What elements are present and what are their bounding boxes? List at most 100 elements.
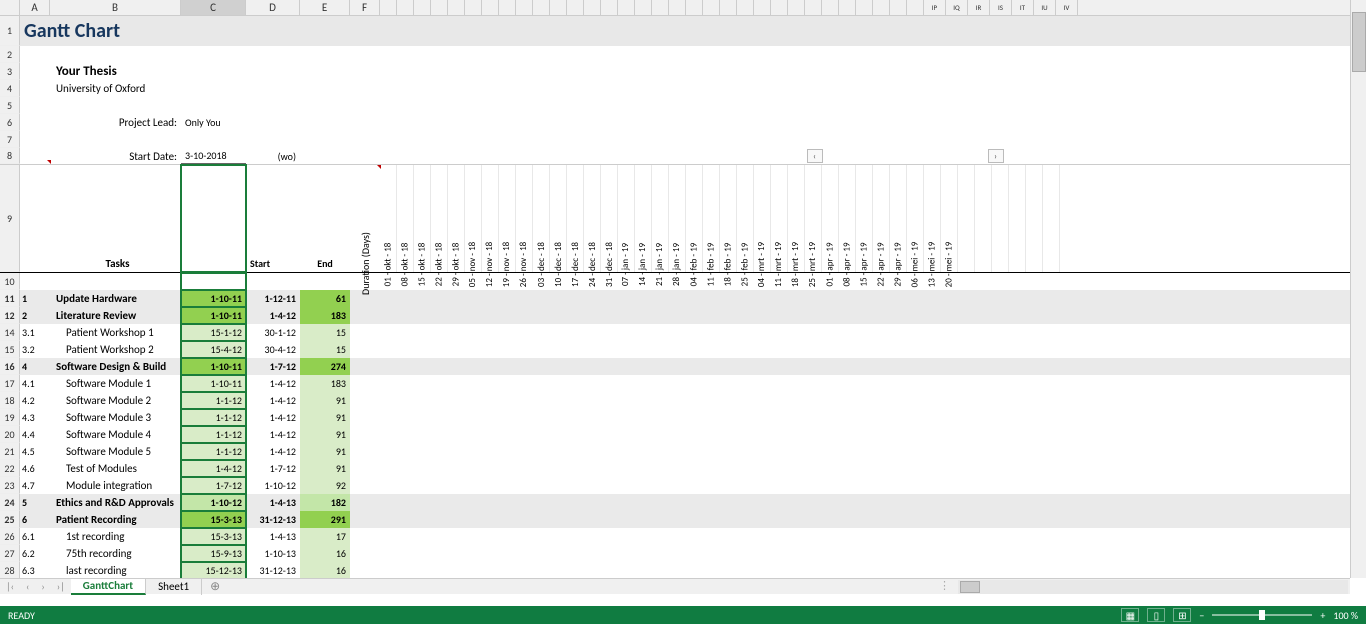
add-sheet-button[interactable]: ⊕ <box>202 579 228 594</box>
tab-sheet1[interactable]: Sheet1 <box>146 579 202 595</box>
tab-nav-prev[interactable]: ‹ <box>20 580 35 593</box>
date-col[interactable] <box>720 0 737 15</box>
date-col[interactable] <box>771 0 788 15</box>
col-IQ[interactable]: IQ <box>946 0 968 15</box>
row-9-headers: 9 Tasks Start End Duration (Days) 01 - o… <box>0 165 1350 273</box>
task-start[interactable]: 15-4-12 <box>181 341 246 358</box>
date-header: 15 - okt - 18 <box>414 165 431 272</box>
date-col[interactable] <box>686 0 703 15</box>
thesis-title: Your Thesis <box>50 63 181 80</box>
date-col[interactable] <box>448 0 465 15</box>
column-headers: A B C D E F IPIQIRISITIUIV <box>0 0 1350 16</box>
date-col[interactable] <box>703 0 720 15</box>
task-name: Patient Workshop 1 <box>50 324 181 341</box>
tab-nav-last[interactable]: ›| <box>51 580 71 593</box>
col-IV[interactable]: IV <box>1056 0 1078 15</box>
task-row: 245Ethics and R&D Approvals1-10-121-4-13… <box>0 494 1350 511</box>
date-col[interactable] <box>873 0 890 15</box>
zoom-in-button[interactable]: + <box>1320 609 1325 622</box>
date-col[interactable] <box>737 0 754 15</box>
task-end: 31-12-13 <box>246 511 300 528</box>
date-col[interactable] <box>397 0 414 15</box>
row-8: 8 Start Date: 3-10-2018 (wo) ‹ › <box>0 148 1350 165</box>
date-col[interactable] <box>431 0 448 15</box>
scroll-left-button[interactable]: ‹ <box>807 149 823 163</box>
scroll-right-button[interactable]: › <box>988 149 1004 163</box>
date-col[interactable] <box>499 0 516 15</box>
task-start[interactable]: 15-9-13 <box>181 545 246 562</box>
date-col[interactable] <box>533 0 550 15</box>
col-D[interactable]: D <box>246 0 300 15</box>
date-col[interactable] <box>516 0 533 15</box>
date-col[interactable] <box>482 0 499 15</box>
task-row: 204.4Software Module 41-1-121-4-1291 <box>0 426 1350 443</box>
task-start[interactable]: 15-1-12 <box>181 324 246 341</box>
date-col[interactable] <box>550 0 567 15</box>
task-start[interactable]: 1-1-12 <box>181 409 246 426</box>
date-header: 26 - nov - 18 <box>516 165 533 272</box>
task-start[interactable]: 1-4-12 <box>181 460 246 477</box>
date-col[interactable] <box>805 0 822 15</box>
select-all-corner[interactable] <box>0 0 20 15</box>
view-page-layout-icon[interactable]: ▯ <box>1147 608 1165 622</box>
date-col[interactable] <box>652 0 669 15</box>
task-start[interactable]: 15-3-13 <box>181 528 246 545</box>
view-normal-icon[interactable]: ▦ <box>1121 608 1139 622</box>
col-B[interactable]: B <box>50 0 181 15</box>
start-date[interactable]: 3-10-2018 <box>181 148 246 164</box>
task-start[interactable]: 1-10-11 <box>181 290 246 307</box>
task-start[interactable]: 1-10-12 <box>181 494 246 511</box>
date-col[interactable] <box>584 0 601 15</box>
date-col[interactable] <box>380 0 397 15</box>
task-start[interactable]: 15-12-13 <box>181 562 246 578</box>
task-start[interactable]: 15-3-13 <box>181 511 246 528</box>
task-start[interactable]: 1-10-11 <box>181 307 246 324</box>
task-start[interactable]: 1-1-12 <box>181 392 246 409</box>
row-num[interactable]: 1 <box>0 16 20 46</box>
col-F[interactable]: F <box>350 0 380 15</box>
view-page-break-icon[interactable]: ⊞ <box>1173 608 1191 622</box>
task-name: Test of Modules <box>50 460 181 477</box>
col-IT[interactable]: IT <box>1012 0 1034 15</box>
task-start[interactable]: 1-7-12 <box>181 477 246 494</box>
date-col[interactable] <box>788 0 805 15</box>
date-col[interactable] <box>618 0 635 15</box>
zoom-out-button[interactable]: − <box>1199 609 1204 622</box>
col-E[interactable]: E <box>300 0 350 15</box>
task-start[interactable]: 1-1-12 <box>181 443 246 460</box>
task-start[interactable]: 1-10-11 <box>181 358 246 375</box>
date-col[interactable] <box>601 0 618 15</box>
date-header: 08 - okt - 18 <box>397 165 414 272</box>
col-IS[interactable]: IS <box>990 0 1012 15</box>
horizontal-scrollbar[interactable] <box>958 580 1348 594</box>
task-id: 4.6 <box>20 460 50 477</box>
date-col[interactable] <box>822 0 839 15</box>
col-IP[interactable]: IP <box>924 0 946 15</box>
zoom-level[interactable]: 100 % <box>1333 609 1358 622</box>
task-start[interactable]: 1-1-12 <box>181 426 246 443</box>
col-IR[interactable]: IR <box>968 0 990 15</box>
date-col[interactable] <box>669 0 686 15</box>
date-col[interactable] <box>907 0 924 15</box>
date-col[interactable] <box>890 0 907 15</box>
vertical-scrollbar[interactable] <box>1350 0 1366 578</box>
date-col[interactable] <box>856 0 873 15</box>
date-col[interactable] <box>754 0 771 15</box>
tab-nav-first[interactable]: |‹ <box>0 580 20 593</box>
task-end: 1-4-12 <box>246 426 300 443</box>
tab-ganttchart[interactable]: GanttChart <box>71 579 146 595</box>
col-C[interactable]: C <box>181 0 246 15</box>
date-col[interactable] <box>465 0 482 15</box>
col-IU[interactable]: IU <box>1034 0 1056 15</box>
task-end: 1-4-13 <box>246 528 300 545</box>
tab-nav-next[interactable]: › <box>35 580 50 593</box>
date-col[interactable] <box>839 0 856 15</box>
date-col[interactable] <box>635 0 652 15</box>
task-end: 1-4-12 <box>246 375 300 392</box>
task-start[interactable]: 1-10-11 <box>181 375 246 392</box>
zoom-slider[interactable] <box>1212 614 1312 616</box>
date-header: 11 - mrt - 19 <box>771 165 788 272</box>
date-col[interactable] <box>414 0 431 15</box>
date-col[interactable] <box>567 0 584 15</box>
col-A[interactable]: A <box>20 0 50 15</box>
